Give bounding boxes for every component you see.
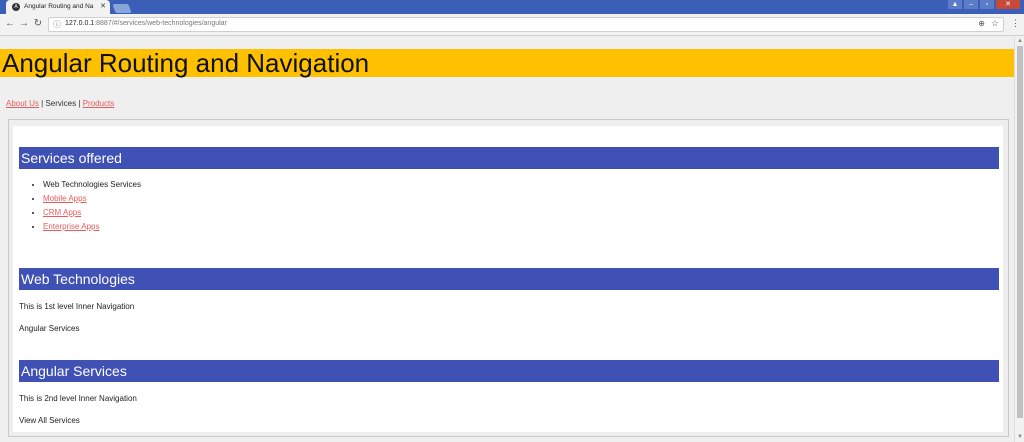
list-item-web-technologies: Web Technologies Services: [43, 178, 141, 192]
enterprise-apps-link[interactable]: Enterprise Apps: [43, 222, 99, 231]
list-item-label: Web Technologies Services: [43, 180, 141, 189]
angular-services-text: This is 2nd level Inner Navigation: [19, 394, 137, 403]
page-viewport: Angular Routing and Navigation About Us …: [0, 36, 1014, 442]
scrollbar-thumb[interactable]: [1017, 46, 1023, 418]
router-outlet-frame: Services offered Web Technologies Servic…: [8, 119, 1009, 437]
user-icon[interactable]: ▲: [948, 0, 962, 9]
close-tab-icon[interactable]: ✕: [100, 0, 106, 14]
scroll-up-icon[interactable]: ▲: [1017, 38, 1023, 44]
maximize-button[interactable]: ▫: [980, 0, 994, 9]
zoom-icon[interactable]: ⊕: [978, 19, 985, 28]
view-all-services-link[interactable]: View All Services: [19, 416, 80, 425]
scroll-down-icon[interactable]: ▼: [1017, 434, 1023, 440]
nav-separator: |: [78, 99, 81, 108]
nav-services-current: Services: [45, 99, 77, 108]
services-panel: Services offered Web Technologies Servic…: [13, 126, 1003, 432]
forward-icon[interactable]: →: [18, 18, 30, 30]
menu-dots-icon[interactable]: ⋮: [1011, 18, 1020, 29]
crm-apps-link[interactable]: CRM Apps: [43, 208, 81, 217]
web-technologies-heading: Web Technologies: [19, 268, 999, 290]
nav-products-link[interactable]: Products: [83, 99, 115, 108]
vertical-scrollbar[interactable]: ▲ ▼: [1014, 36, 1024, 442]
nav-about-link[interactable]: About Us: [6, 99, 39, 108]
url-path: :8887/#/services/web-technologies/angula…: [94, 20, 227, 27]
services-heading: Services offered: [19, 147, 999, 169]
window-controls: ▲ ‒ ▫ ✕: [948, 0, 1020, 10]
url-host: 127.0.0.1: [65, 20, 95, 27]
angular-services-heading: Angular Services: [19, 360, 999, 382]
browser-tab[interactable]: A Angular Routing and Na ✕: [6, 0, 110, 14]
list-item-crm-apps: CRM Apps: [43, 206, 141, 220]
address-bar[interactable]: ⓘ 127.0.0.1:8887/#/services/web-technolo…: [48, 17, 1004, 32]
back-icon[interactable]: ←: [4, 18, 16, 30]
bookmark-star-icon[interactable]: ☆: [991, 18, 999, 29]
close-window-button[interactable]: ✕: [996, 0, 1020, 9]
angular-services-link[interactable]: Angular Services: [19, 324, 79, 333]
top-navigation: About Us | Services | Products: [6, 99, 114, 108]
new-tab-button[interactable]: [112, 4, 132, 13]
reload-icon[interactable]: ↻: [32, 18, 44, 30]
list-item-enterprise-apps: Enterprise Apps: [43, 220, 141, 234]
browser-titlebar: A Angular Routing and Na ✕ ▲ ‒ ▫ ✕: [0, 0, 1024, 14]
nav-separator: |: [41, 99, 44, 108]
list-item-mobile-apps: Mobile Apps: [43, 192, 141, 206]
info-icon[interactable]: ⓘ: [53, 19, 61, 30]
web-technologies-text: This is 1st level Inner Navigation: [19, 302, 135, 311]
mobile-apps-link[interactable]: Mobile Apps: [43, 194, 87, 203]
app-title: Angular Routing and Navigation: [0, 49, 1014, 77]
angular-icon: A: [12, 3, 20, 11]
tab-title: Angular Routing and Na: [24, 3, 94, 10]
url-text[interactable]: 127.0.0.1:8887/#/services/web-technologi…: [65, 20, 227, 27]
services-list: Web Technologies Services Mobile Apps CR…: [43, 178, 141, 234]
minimize-button[interactable]: ‒: [964, 0, 978, 9]
browser-toolbar: ← → ↻ ⓘ 127.0.0.1:8887/#/services/web-te…: [0, 14, 1024, 36]
